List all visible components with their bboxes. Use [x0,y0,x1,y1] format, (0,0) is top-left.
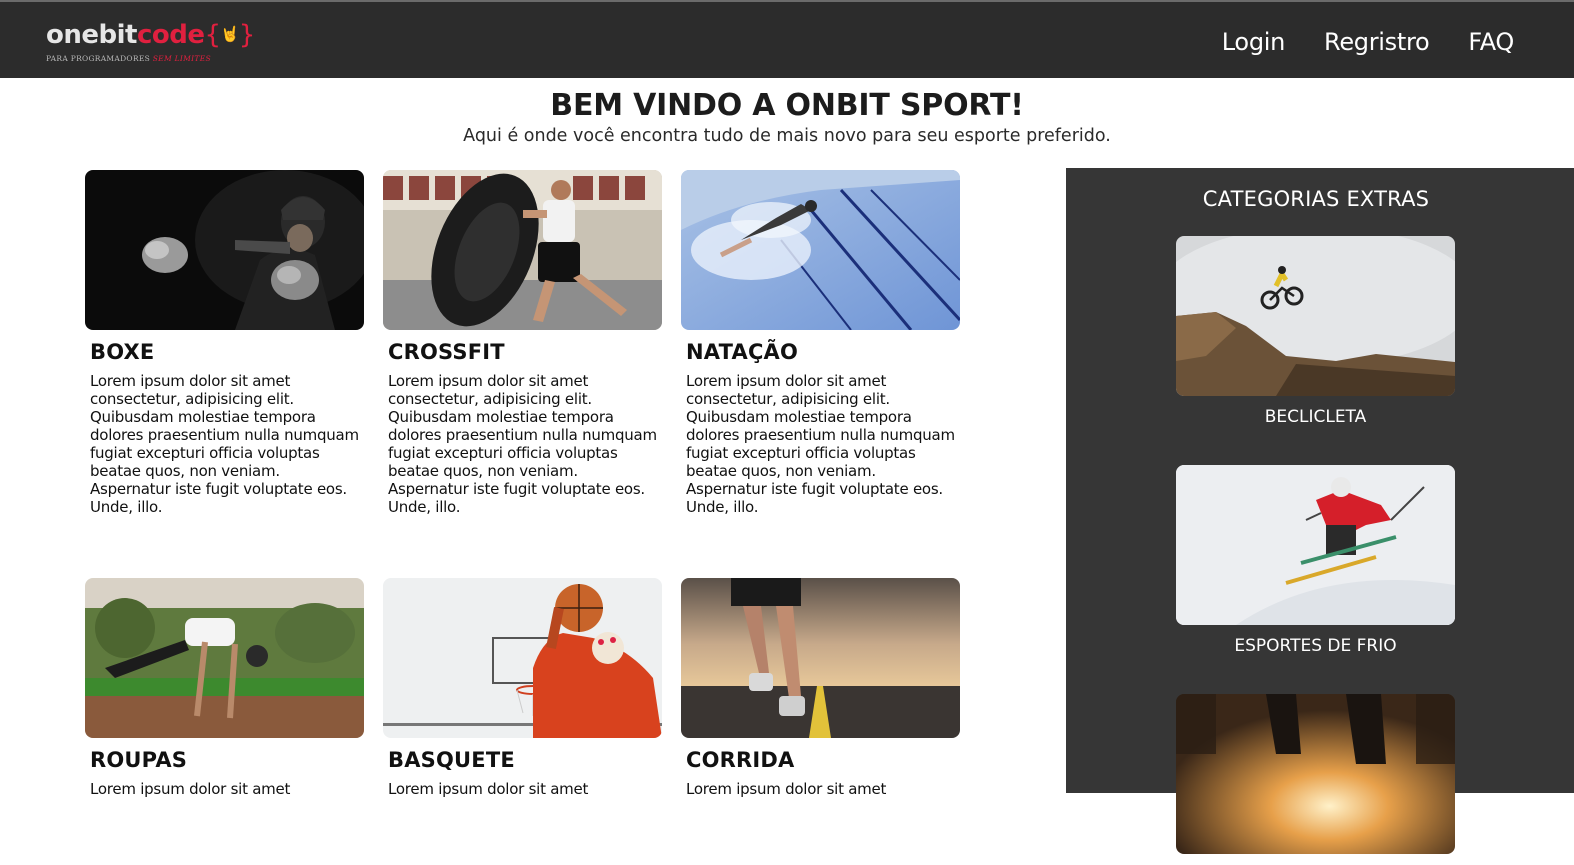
sidebar-title: CATEGORIAS EXTRAS [1202,187,1430,211]
card-title: NATAÇÃO [686,340,799,364]
mountain-bike-photo [1176,236,1455,396]
main-nav: Login Regristro FAQ [1183,4,1515,80]
sunset-skate-photo [1176,694,1455,854]
card-natacao[interactable]: NATAÇÃO Lorem ipsum dolor sit amet conse… [681,170,960,516]
logo-brace-close: } [238,20,256,50]
card-image-basquete[interactable] [383,578,662,738]
sidebar-item-esportes-de-frio[interactable]: ESPORTES DE FRIO [1176,465,1455,656]
card-title: BOXE [90,340,155,364]
tire-flip-photo [383,170,662,330]
card-image-crossfit[interactable] [383,170,662,330]
nav-faq-link[interactable]: FAQ [1468,28,1514,56]
card-title: CROSSFIT [388,340,505,364]
nav-login-link[interactable]: Login [1222,28,1286,56]
card-text: Lorem ipsum dolor sit amet consectetur, … [388,372,657,516]
card-title: CORRIDA [686,748,795,772]
sidebar-image-esportes-de-frio[interactable] [1176,465,1455,625]
extra-categories-sidebar: CATEGORIAS EXTRAS BECLICLETA ESPORTES DE… [1066,168,1574,854]
boxer-photo [85,170,364,330]
card-title: ROUPAS [90,748,188,772]
card-crossfit[interactable]: CROSSFIT Lorem ipsum dolor sit amet cons… [383,170,662,516]
card-image-boxe[interactable] [85,170,364,330]
card-image-corrida[interactable] [681,578,960,738]
page-title: BEM VINDO A ONBIT SPORT! [550,88,1024,123]
logo-tagline-plain: PARA PROGRAMADORES [46,54,151,63]
logo-wordmark: onebitcode{🤘} [46,20,255,53]
card-basquete[interactable]: BASQUETE Lorem ipsum dolor sit amet [383,578,662,798]
sidebar-item-bicicleta[interactable]: BECLICLETA [1176,236,1455,427]
brand-logo[interactable]: onebitcode{🤘} PARA PROGRAMADORES SEM LIM… [46,20,255,63]
logo-primary-text: onebit [46,20,137,50]
sidebar-item-label: ESPORTES DE FRIO [1234,636,1397,656]
logo-brace-open: { [204,20,222,50]
skier-photo [1176,465,1455,625]
logo-accent-text: code [136,20,205,50]
card-corrida[interactable]: CORRIDA Lorem ipsum dolor sit amet [681,578,960,798]
sidebar-item-skate[interactable] [1176,694,1455,865]
card-image-roupas[interactable] [85,578,364,738]
logo-tagline-accent: SEM LIMITES [152,54,211,63]
logo-tagline: PARA PROGRAMADORES SEM LIMITES [46,54,255,63]
nav-register-link[interactable]: Regristro [1324,28,1430,56]
card-text: Lorem ipsum dolor sit amet [90,780,291,798]
runner-photo [681,578,960,738]
card-text: Lorem ipsum dolor sit amet consectetur, … [686,372,955,516]
sidebar-image-bicicleta[interactable] [1176,236,1455,396]
card-text: Lorem ipsum dolor sit amet [686,780,887,798]
sidebar-item-label: BECLICLETA [1264,407,1367,427]
sidebar-image-skate[interactable] [1176,694,1455,854]
card-boxe[interactable]: BOXE Lorem ipsum dolor sit amet consecte… [85,170,364,516]
pushup-photo [85,578,364,738]
basketball-photo [383,578,662,738]
rock-hand-icon: 🤘 [220,25,240,43]
navbar: onebitcode{🤘} PARA PROGRAMADORES SEM LIM… [0,2,1574,78]
card-title: BASQUETE [388,748,515,772]
page-subtitle: Aqui é onde você encontra tudo de mais n… [463,126,1111,146]
card-image-natacao[interactable] [681,170,960,330]
card-text: Lorem ipsum dolor sit amet [388,780,589,798]
card-roupas[interactable]: ROUPAS Lorem ipsum dolor sit amet [85,578,364,798]
swimmer-photo [681,170,960,330]
card-text: Lorem ipsum dolor sit amet consectetur, … [90,372,359,516]
